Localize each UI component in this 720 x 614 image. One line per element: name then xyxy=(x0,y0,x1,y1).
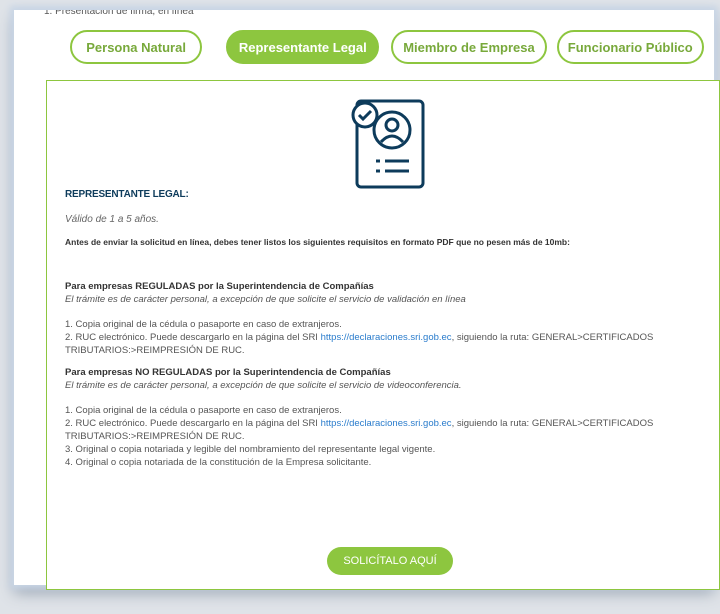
regulated-title: Para empresas REGULADAS por la Superinte… xyxy=(65,281,374,292)
sri-link[interactable]: https://declaraciones.sri.gob.ec xyxy=(321,418,452,429)
not-regulated-subtitle: El trámite es de carácter personal, a ex… xyxy=(65,380,462,391)
list-item: 2. RUC electrónico. Puede descargarlo en… xyxy=(65,331,705,357)
list-item: 4. Original o copia notariada de la cons… xyxy=(65,457,372,468)
requirements-panel: REPRESENTANTE LEGAL: Válido de 1 a 5 año… xyxy=(46,80,720,590)
list-item: 3. Original o copia notariada y legible … xyxy=(65,444,436,455)
list-item: 2. RUC electrónico. Puede descargarlo en… xyxy=(65,417,705,443)
list-item: 1. Copia original de la cédula o pasapor… xyxy=(65,319,342,330)
tab-funcionario-publico[interactable]: Funcionario Público xyxy=(556,30,704,64)
requirements-content: REPRESENTANTE LEGAL: Válido de 1 a 5 año… xyxy=(65,189,705,469)
not-regulated-section: Para empresas NO REGULADAS por la Superi… xyxy=(65,367,705,469)
request-button[interactable]: SOLICÍTALO AQUÍ xyxy=(327,547,453,575)
intro-text: Antes de enviar la solicitud en línea, d… xyxy=(65,237,570,247)
content-card: 1. Presentación de firma, en línea Perso… xyxy=(14,10,720,590)
list-item: 1. Copia original de la cédula o pasapor… xyxy=(65,405,342,416)
regulated-subtitle: El trámite es de carácter personal, a ex… xyxy=(65,294,466,305)
regulated-section: Para empresas REGULADAS por la Superinte… xyxy=(65,281,705,357)
document-user-check-icon xyxy=(347,93,431,191)
sri-link[interactable]: https://declaraciones.sri.gob.ec xyxy=(321,332,452,343)
tab-miembro-de-empresa[interactable]: Miembro de Empresa xyxy=(391,30,547,64)
tab-persona-natural[interactable]: Persona Natural xyxy=(70,30,203,64)
tab-representante-legal[interactable]: Representante Legal xyxy=(226,30,380,64)
truncated-heading: 1. Presentación de firma, en línea xyxy=(44,10,194,17)
list-item-text: 2. RUC electrónico. Puede descargarlo en… xyxy=(65,418,321,429)
list-item-text: 2. RUC electrónico. Puede descargarlo en… xyxy=(65,332,321,343)
validity-text: Válido de 1 a 5 años. xyxy=(65,214,159,225)
certificate-type-tabs: Persona Natural Representante Legal Miem… xyxy=(70,30,704,64)
not-regulated-title: Para empresas NO REGULADAS por la Superi… xyxy=(65,367,391,378)
panel-title: REPRESENTANTE LEGAL: xyxy=(65,189,189,200)
